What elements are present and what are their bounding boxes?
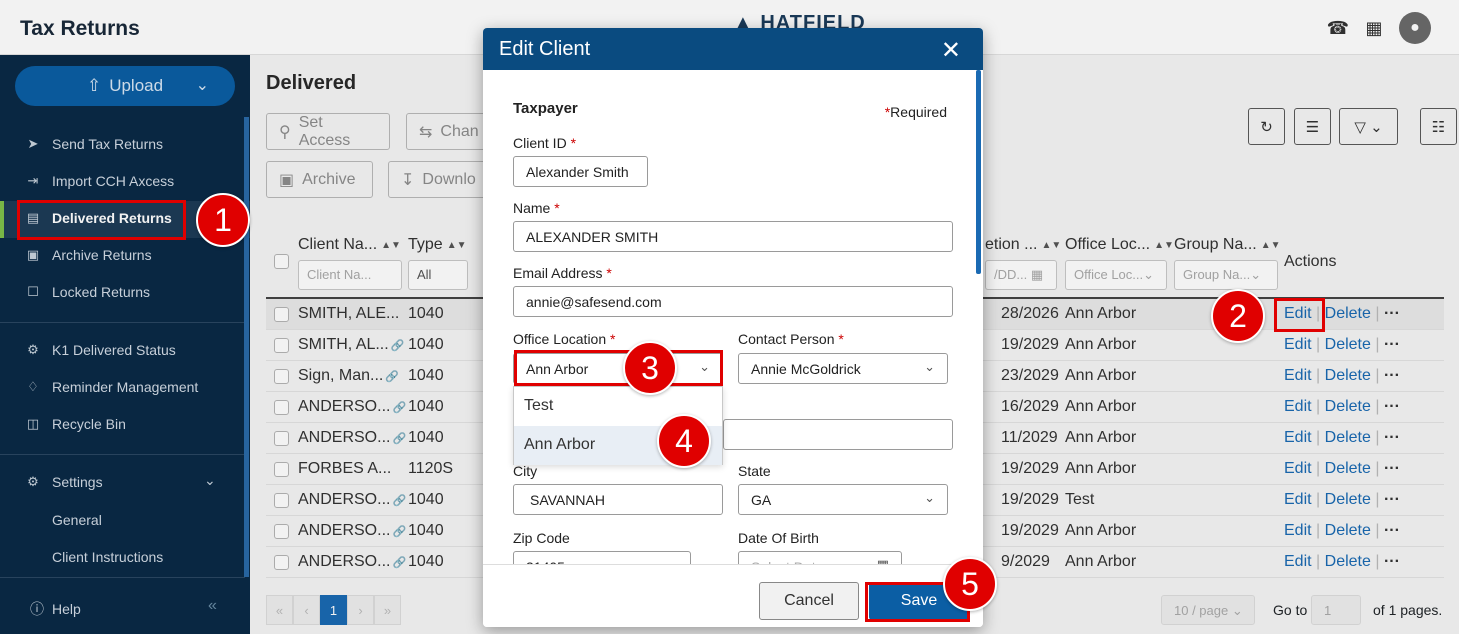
zip-code-label: Zip Code (513, 530, 570, 546)
step-badge-1: 1 (196, 193, 250, 247)
state-label: State (738, 463, 771, 479)
client-id-label: Client ID * (513, 135, 577, 151)
cancel-button[interactable]: Cancel (759, 582, 859, 620)
highlight-edit-action (1274, 298, 1325, 332)
contact-person-label: Contact Person * (738, 331, 844, 347)
highlight-delivered-returns (17, 200, 186, 240)
date-of-birth-label: Date Of Birth (738, 530, 819, 546)
state-select[interactable]: GA ⌄ (738, 484, 948, 515)
modal-header: Edit Client ✕ (483, 28, 983, 70)
contact-person-select[interactable]: Annie McGoldrick ⌄ (738, 353, 948, 384)
email-field[interactable]: annie@safesend.com (513, 286, 953, 317)
step-badge-5: 5 (943, 557, 997, 611)
section-taxpayer: Taxpayer (513, 100, 578, 117)
chevron-down-icon: ⌄ (924, 490, 935, 505)
client-id-field[interactable]: Alexander Smith (513, 156, 648, 187)
name-field[interactable]: ALEXANDER SMITH (513, 221, 953, 252)
required-note: *Required (884, 104, 947, 120)
step-badge-3: 3 (623, 341, 677, 395)
modal-scrollbar[interactable] (976, 70, 981, 274)
highlight-office-location (514, 350, 723, 386)
chevron-down-icon: ⌄ (924, 359, 935, 374)
step-badge-2: 2 (1211, 289, 1265, 343)
modal-title: Edit Client (499, 38, 591, 60)
edit-client-modal: Edit Client ✕ Taxpayer *Required Client … (483, 28, 983, 627)
name-label: Name * (513, 200, 560, 216)
city-label: City (513, 463, 538, 479)
step-badge-4: 4 (657, 414, 711, 468)
email-label: Email Address * (513, 265, 612, 281)
close-icon[interactable]: ✕ (941, 36, 961, 65)
city-field[interactable]: SAVANNAH (513, 484, 723, 515)
address-field[interactable] (723, 419, 953, 450)
office-location-label: Office Location * (513, 331, 616, 347)
